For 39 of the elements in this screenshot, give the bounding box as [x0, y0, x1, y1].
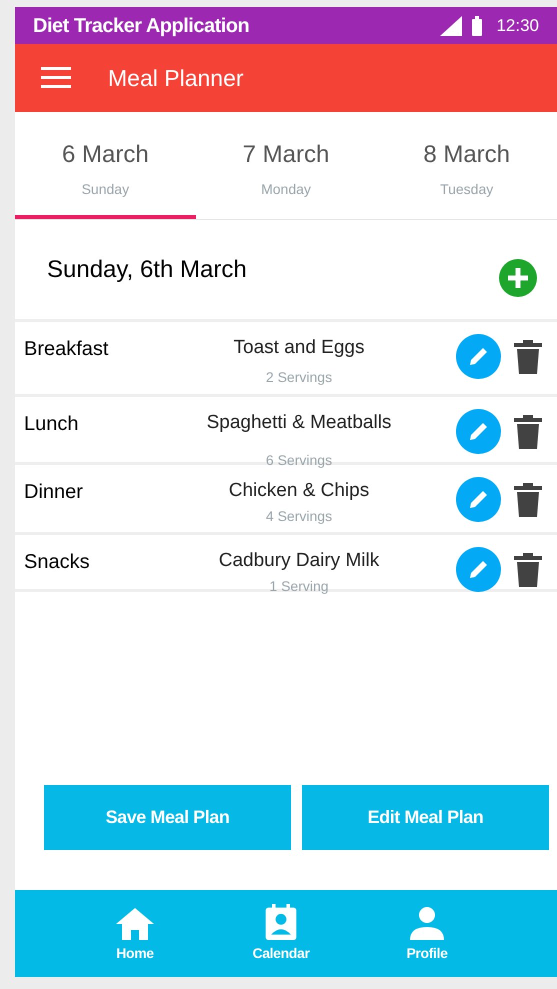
food-name: Cadbury Dairy Milk — [218, 549, 380, 573]
meal-name: Snacks — [24, 550, 91, 575]
trash-icon[interactable] — [513, 414, 543, 448]
date-tab[interactable]: 6 March Sunday — [15, 112, 196, 219]
date-tab[interactable]: 7 March Monday — [196, 112, 376, 219]
servings-text: 4 Servings — [266, 506, 332, 526]
edit-button[interactable] — [456, 334, 501, 379]
app-bar-title: Meal Planner — [108, 64, 244, 93]
action-button[interactable]: Edit Meal Plan — [302, 785, 549, 850]
food-name: Toast and Eggs — [234, 336, 364, 360]
menu-icon[interactable] — [41, 67, 71, 89]
trash-icon[interactable] — [513, 552, 543, 586]
battery-icon — [472, 16, 482, 36]
servings-text: 6 Servings — [266, 450, 332, 470]
profile-icon — [410, 906, 444, 940]
trash-icon[interactable] — [513, 482, 543, 516]
meal-name: Breakfast — [24, 337, 110, 362]
add-icon[interactable] — [499, 258, 537, 296]
clock-time: 12:30 — [496, 14, 539, 37]
home-icon — [116, 908, 154, 940]
food-name: Spaghetti & Meatballs — [206, 411, 392, 435]
date-tab[interactable]: 8 March Tuesday — [376, 112, 557, 219]
trash-icon[interactable] — [513, 340, 543, 374]
contact-calendar-icon — [263, 904, 299, 940]
edit-button[interactable] — [456, 547, 501, 592]
edit-button[interactable] — [456, 477, 501, 522]
edit-button[interactable] — [456, 409, 501, 454]
day-heading: Sunday, 6th March — [47, 254, 247, 284]
nav-item[interactable]: Calendar — [243, 904, 319, 964]
servings-text: 2 Servings — [266, 368, 332, 387]
servings-text: 1 Serving — [269, 576, 329, 596]
nav-item[interactable]: Profile — [389, 904, 465, 964]
status-title: Diet Tracker Application — [33, 14, 250, 38]
meal-name: Dinner — [24, 480, 84, 505]
nav-item[interactable]: Home — [97, 904, 173, 964]
meal-name: Lunch — [24, 412, 80, 437]
food-name: Chicken & Chips — [228, 479, 370, 503]
action-button[interactable]: Save Meal Plan — [44, 785, 291, 850]
signal-icon — [440, 16, 462, 36]
